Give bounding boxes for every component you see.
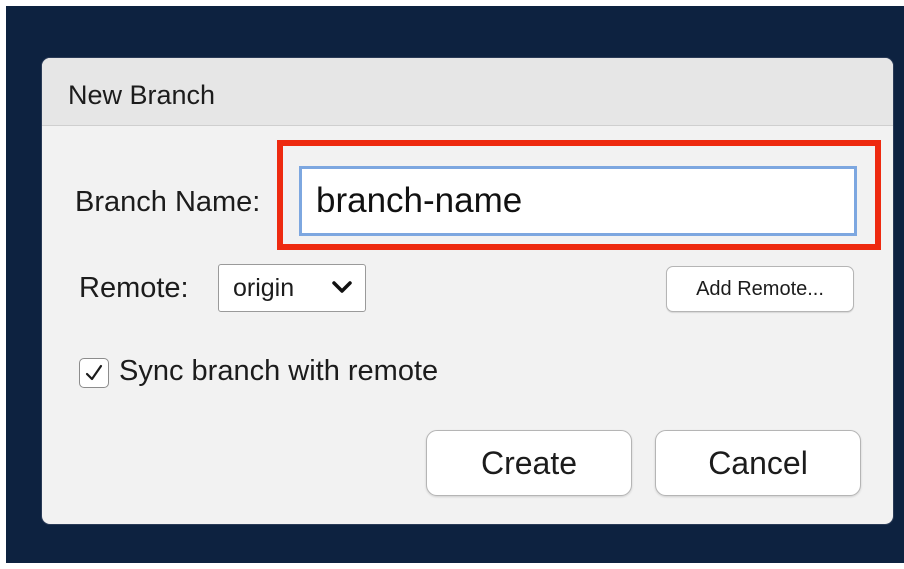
- sync-checkbox[interactable]: [79, 358, 109, 388]
- chevron-down-icon: [331, 279, 353, 300]
- checkmark-icon: [85, 364, 103, 381]
- new-branch-dialog: New Branch Branch Name: Remote: origin A…: [42, 58, 893, 524]
- dialog-titlebar: New Branch: [42, 58, 893, 126]
- cancel-button[interactable]: Cancel: [655, 430, 861, 496]
- remote-select-value: origin: [233, 274, 295, 302]
- create-button[interactable]: Create: [426, 430, 632, 496]
- add-remote-button[interactable]: Add Remote...: [666, 266, 854, 312]
- remote-label: Remote:: [79, 272, 189, 304]
- branch-name-label: Branch Name:: [75, 186, 261, 218]
- remote-select[interactable]: origin: [218, 264, 366, 312]
- highlight-box: [277, 140, 881, 250]
- sync-label: Sync branch with remote: [119, 355, 439, 387]
- dialog-title: New Branch: [68, 80, 216, 110]
